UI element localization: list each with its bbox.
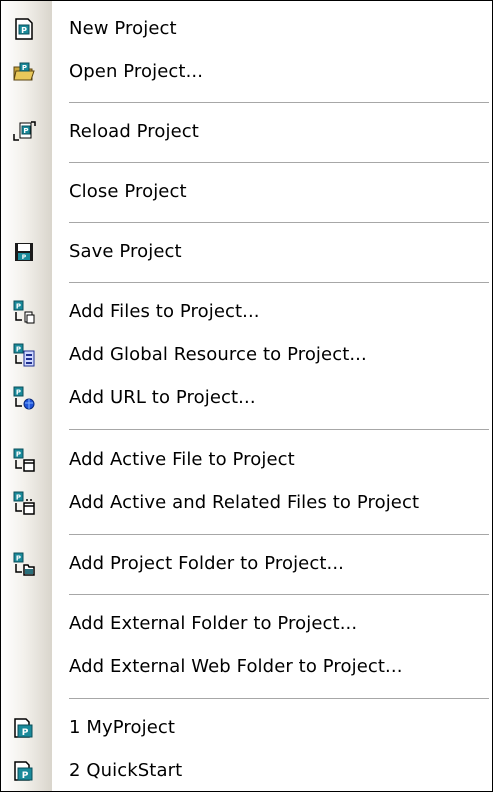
add-global-resource-icon: P [12, 343, 36, 367]
svg-text:P: P [16, 346, 21, 354]
menu-item-label: New Project [69, 18, 177, 39]
menu-separator [69, 102, 489, 104]
new-project-icon: P [12, 17, 36, 41]
menu-separator [69, 162, 489, 164]
menu-separator [69, 698, 489, 700]
menu-item-add-external-web-folder[interactable]: Add External Web Folder to Project... [1, 647, 492, 687]
menu-item-label: 1 MyProject [69, 717, 176, 738]
menu-item-add-active-file[interactable]: P Add Active File to Project [1, 440, 492, 480]
menu-item-label: Close Project [69, 181, 187, 202]
add-project-folder-icon: P [12, 552, 36, 576]
menu-separator [69, 534, 489, 536]
menu-item-new-project[interactable]: P New Project [1, 9, 492, 49]
open-project-icon: P [12, 60, 36, 84]
menu-item-add-project-folder[interactable]: P Add Project Folder to Project... [1, 544, 492, 584]
recent-project-icon: P [12, 716, 36, 740]
add-active-file-icon: P [12, 448, 36, 472]
menu-separator [69, 429, 489, 431]
svg-text:P: P [22, 728, 29, 738]
menu-item-label: Open Project... [69, 61, 204, 82]
svg-text:P: P [16, 555, 21, 563]
svg-text:P: P [16, 389, 21, 397]
svg-text:P: P [23, 127, 28, 135]
menu-item-recent-quickstart[interactable]: P 2 QuickStart [1, 751, 492, 791]
menu-item-open-project[interactable]: P Open Project... [1, 52, 492, 92]
menu-item-add-global-resource[interactable]: P Add Global Resource to Project... [1, 335, 492, 375]
menu-item-label: Add Active and Related Files to Project [69, 492, 420, 513]
menu-item-label: Add External Folder to Project... [69, 613, 358, 634]
menu-separator [69, 282, 489, 284]
recent-project-icon: P [12, 759, 36, 783]
menu-item-label: Add Global Resource to Project... [69, 344, 367, 365]
menu-item-add-external-folder[interactable]: Add External Folder to Project... [1, 604, 492, 644]
svg-text:P: P [16, 494, 21, 502]
add-url-icon: P [12, 386, 36, 410]
menu-item-label: Add URL to Project... [69, 387, 256, 408]
svg-text:P: P [16, 451, 21, 459]
add-related-files-icon: P [12, 491, 36, 515]
menu-item-label: Add Active File to Project [69, 449, 295, 470]
menu-item-add-files[interactable]: P Add Files to Project... [1, 292, 492, 332]
menu-item-label: Save Project [69, 241, 182, 262]
menu-item-label: Add Files to Project... [69, 301, 260, 322]
menu-item-add-url[interactable]: P Add URL to Project... [1, 378, 492, 418]
menu-separator [69, 594, 489, 596]
menu-item-label: 2 QuickStart [69, 760, 183, 781]
menu-item-save-project[interactable]: P Save Project [1, 232, 492, 272]
menu-item-add-related-files[interactable]: P Add Active and Related Files to Projec… [1, 483, 492, 523]
svg-text:P: P [16, 303, 21, 311]
menu-item-close-project[interactable]: Close Project [1, 172, 492, 212]
menu-item-recent-myproject[interactable]: P 1 MyProject [1, 708, 492, 748]
menu-item-label: Add Project Folder to Project... [69, 553, 344, 574]
menu-item-label: Reload Project [69, 121, 199, 142]
svg-text:P: P [21, 26, 27, 35]
menu-item-label: Add External Web Folder to Project... [69, 656, 403, 677]
svg-text:P: P [22, 64, 27, 72]
save-project-icon: P [12, 240, 36, 264]
menu-separator [69, 222, 489, 224]
svg-text:P: P [22, 254, 27, 261]
menu-item-reload-project[interactable]: P Reload Project [1, 112, 492, 152]
add-files-icon: P [12, 300, 36, 324]
svg-text:P: P [22, 771, 29, 781]
project-menu: P New Project P Open Project... P Reload… [0, 0, 493, 792]
reload-project-icon: P [12, 120, 36, 144]
